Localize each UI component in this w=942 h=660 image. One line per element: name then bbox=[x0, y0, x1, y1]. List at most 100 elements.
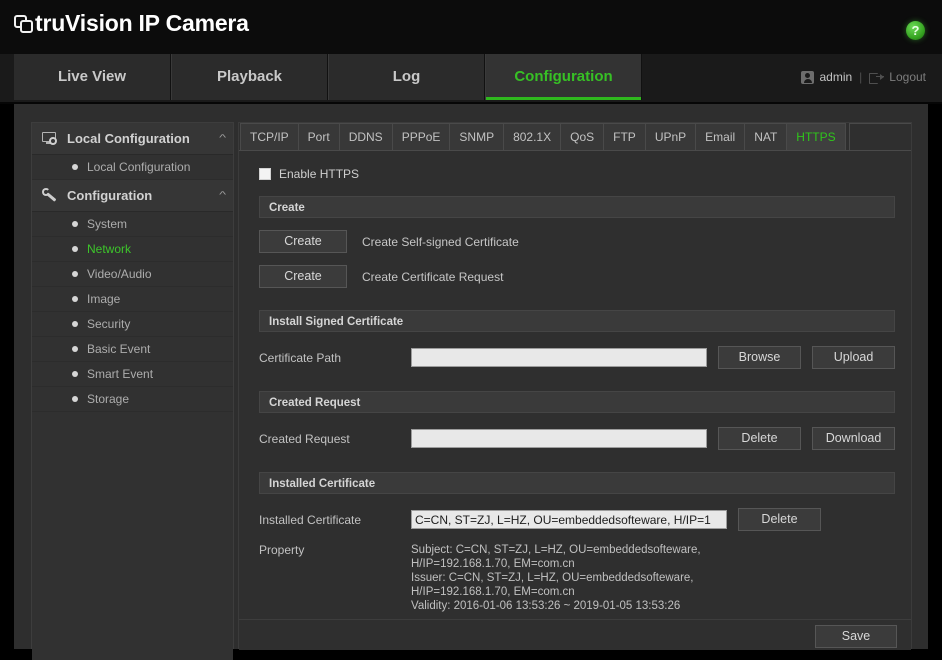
sidebar-item-label: Basic Event bbox=[87, 342, 151, 356]
certificate-path-row: Certificate Path Browse Upload bbox=[259, 346, 895, 369]
content-panel: TCP/IP Port DDNS PPPoE SNMP 802.1X QoS F… bbox=[238, 122, 912, 650]
subtab-snmp[interactable]: SNMP bbox=[449, 123, 505, 150]
installed-certificate-label: Installed Certificate bbox=[259, 512, 362, 527]
user-area: admin | Logout bbox=[801, 54, 926, 100]
brand-bar: truVision IP Camera ? bbox=[0, 0, 942, 54]
subtab-qos[interactable]: QoS bbox=[560, 123, 605, 150]
user-separator: | bbox=[859, 70, 863, 84]
user-name[interactable]: admin bbox=[819, 70, 852, 84]
create-certificate-request-row: Create Create Certificate Request bbox=[259, 265, 895, 288]
subtab-ftp[interactable]: FTP bbox=[603, 123, 646, 150]
main-navigation: Live View Playback Log Configuration adm… bbox=[0, 54, 942, 104]
subtab-ddns[interactable]: DDNS bbox=[338, 123, 393, 150]
install-section-heading: Install Signed Certificate bbox=[259, 310, 895, 332]
logout-arrow-icon[interactable] bbox=[869, 72, 885, 84]
sidebar-item-local-configuration[interactable]: Local Configuration bbox=[32, 155, 233, 180]
sidebar-group-configuration[interactable]: Configuration ^ bbox=[32, 180, 233, 212]
sidebar-item-label: Storage bbox=[87, 392, 130, 406]
installed-certificate-delete-button[interactable]: Delete bbox=[738, 508, 821, 531]
sidebar-item-system[interactable]: System bbox=[32, 212, 233, 237]
property-line: Validity: 2016-01-06 13:53:26 ~ 2019-01-… bbox=[411, 600, 681, 612]
sidebar: Local Configuration ^ Local Configuratio… bbox=[31, 122, 234, 660]
sidebar-item-label: Smart Event bbox=[87, 367, 154, 381]
brand-logo: truVision IP Camera bbox=[14, 10, 249, 36]
body-inner: Local Configuration ^ Local Configuratio… bbox=[14, 104, 928, 660]
sidebar-item-storage[interactable]: Storage bbox=[32, 387, 233, 412]
subtab-nat[interactable]: NAT bbox=[744, 123, 788, 150]
app-window: truVision IP Camera ? Live View Playback … bbox=[0, 0, 942, 660]
sidebar-item-image[interactable]: Image bbox=[32, 287, 233, 312]
upload-button[interactable]: Upload bbox=[812, 346, 895, 369]
brand-name: truVision IP Camera bbox=[35, 10, 249, 36]
subtab-upnp[interactable]: UPnP bbox=[644, 123, 697, 150]
create-self-signed-label: Create Self-signed Certificate bbox=[362, 234, 519, 249]
sidebar-item-security[interactable]: Security bbox=[32, 312, 233, 337]
bullet-icon bbox=[72, 346, 78, 352]
installed-certificate-heading: Installed Certificate bbox=[259, 472, 895, 494]
https-panel-body: Enable HTTPS Create Create Create Self-s… bbox=[239, 151, 911, 619]
panel-footer: Save bbox=[239, 619, 911, 650]
property-label: Property bbox=[259, 543, 305, 557]
certificate-path-input[interactable] bbox=[411, 348, 707, 367]
bullet-icon bbox=[72, 221, 78, 227]
enable-https-label: Enable HTTPS bbox=[279, 167, 360, 181]
tab-live-view[interactable]: Live View bbox=[14, 54, 171, 100]
subtab-https[interactable]: HTTPS bbox=[786, 123, 846, 150]
browse-button[interactable]: Browse bbox=[718, 346, 801, 369]
sidebar-empty-space bbox=[32, 412, 233, 660]
property-line: H/IP=192.168.1.70, EM=com.cn bbox=[411, 586, 575, 598]
created-request-download-button[interactable]: Download bbox=[812, 427, 895, 450]
create-certificate-request-label: Create Certificate Request bbox=[362, 269, 504, 284]
property-line: Subject: C=CN, ST=ZJ, L=HZ, OU=embeddeds… bbox=[411, 544, 701, 556]
create-self-signed-row: Create Create Self-signed Certificate bbox=[259, 230, 895, 253]
subtab-pppoe[interactable]: PPPoE bbox=[391, 123, 451, 150]
subtab-email[interactable]: Email bbox=[695, 123, 746, 150]
bullet-icon bbox=[72, 396, 78, 402]
network-subtab-list: TCP/IP Port DDNS PPPoE SNMP 802.1X QoS F… bbox=[239, 123, 911, 151]
sidebar-item-label: Local Configuration bbox=[87, 160, 191, 174]
sidebar-group-label-local-configuration: Local Configuration bbox=[67, 131, 190, 146]
subtab-tcpip[interactable]: TCP/IP bbox=[240, 123, 299, 150]
overlapping-squares-logo-icon bbox=[14, 14, 34, 36]
tab-log[interactable]: Log bbox=[328, 54, 485, 100]
created-request-delete-button[interactable]: Delete bbox=[718, 427, 801, 450]
sidebar-item-label: Image bbox=[87, 292, 121, 306]
property-row: Property Subject: C=CN, ST=ZJ, L=HZ, OU=… bbox=[259, 543, 895, 613]
created-request-section: Created Request Created Request Delete D… bbox=[259, 391, 895, 450]
brand-name-bold: truVision bbox=[35, 10, 133, 36]
chevron-up-icon[interactable]: ^ bbox=[219, 190, 226, 200]
sidebar-group-label-configuration: Configuration bbox=[67, 188, 153, 203]
wrench-icon bbox=[42, 187, 59, 204]
created-request-row: Created Request Delete Download bbox=[259, 427, 895, 450]
installed-certificate-section: Installed Certificate Installed Certific… bbox=[259, 472, 895, 613]
save-button[interactable]: Save bbox=[815, 625, 897, 648]
enable-https-checkbox[interactable] bbox=[259, 168, 271, 180]
bullet-icon bbox=[72, 321, 78, 327]
tab-configuration[interactable]: Configuration bbox=[485, 54, 642, 100]
sidebar-item-label: System bbox=[87, 217, 128, 231]
sidebar-group-local-configuration[interactable]: Local Configuration ^ bbox=[32, 123, 233, 155]
create-self-signed-button[interactable]: Create bbox=[259, 230, 347, 253]
main-tab-list: Live View Playback Log Configuration bbox=[14, 54, 642, 100]
sidebar-item-label: Video/Audio bbox=[87, 267, 152, 281]
subtab-8021x[interactable]: 802.1X bbox=[503, 123, 562, 150]
created-request-input[interactable] bbox=[411, 429, 707, 448]
bullet-icon bbox=[72, 164, 78, 170]
sidebar-item-video-audio[interactable]: Video/Audio bbox=[32, 262, 233, 287]
logout-button[interactable]: Logout bbox=[889, 70, 926, 84]
installed-certificate-input[interactable] bbox=[411, 510, 727, 529]
subtab-port[interactable]: Port bbox=[297, 123, 340, 150]
bullet-icon bbox=[72, 296, 78, 302]
chevron-up-icon[interactable]: ^ bbox=[219, 133, 226, 143]
sidebar-item-label: Network bbox=[87, 242, 132, 256]
sidebar-item-smart-event[interactable]: Smart Event bbox=[32, 362, 233, 387]
tab-playback[interactable]: Playback bbox=[171, 54, 328, 100]
property-line: Issuer: C=CN, ST=ZJ, L=HZ, OU=embeddedso… bbox=[411, 572, 694, 584]
person-icon bbox=[801, 70, 815, 84]
create-certificate-request-button[interactable]: Create bbox=[259, 265, 347, 288]
sidebar-item-network[interactable]: Network bbox=[32, 237, 233, 262]
bullet-icon bbox=[72, 246, 78, 252]
sidebar-item-basic-event[interactable]: Basic Event bbox=[32, 337, 233, 362]
help-icon[interactable]: ? bbox=[906, 21, 925, 40]
created-request-heading: Created Request bbox=[259, 391, 895, 413]
